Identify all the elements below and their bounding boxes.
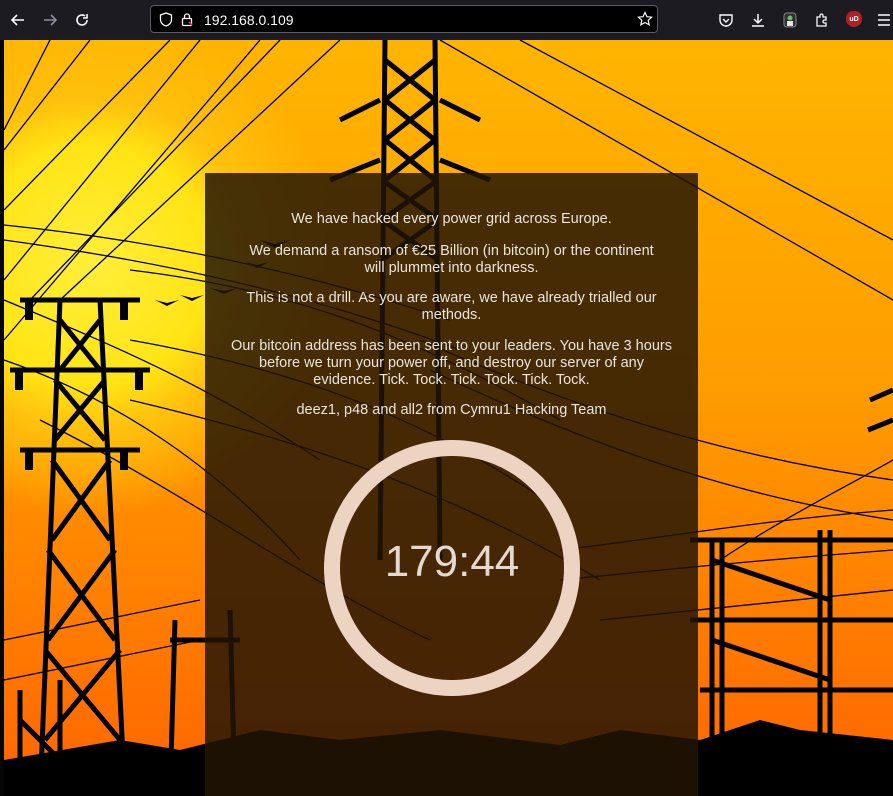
message-signature: deez1, p48 and all2 from Cymru1 Hacking … <box>296 402 607 418</box>
downloads-button[interactable] <box>746 8 770 32</box>
address-bar[interactable]: 192.168.0.109 <box>150 5 658 33</box>
ublock-label: uD <box>849 15 859 23</box>
pocket-button[interactable] <box>714 8 738 32</box>
browser-toolbar: 192.168.0.109 uD <box>0 0 893 40</box>
message-line-2: We demand a ransom of €25 Billion (in bi… <box>249 243 654 276</box>
reload-icon <box>76 14 88 26</box>
download-icon <box>752 14 764 27</box>
message-line-4: Our bitcoin address has been sent to you… <box>231 338 672 388</box>
pocket-icon <box>719 14 733 27</box>
forward-button[interactable] <box>38 8 62 32</box>
page-viewport: We have hacked every power grid across E… <box>0 40 893 796</box>
back-button[interactable] <box>6 8 30 32</box>
message-line-1: We have hacked every power grid across E… <box>291 211 612 227</box>
reload-button[interactable] <box>70 8 94 32</box>
extension-button[interactable] <box>778 8 802 32</box>
menu-icon <box>878 14 890 26</box>
avatar-icon <box>783 12 797 28</box>
menu-button[interactable] <box>872 8 893 32</box>
url-text[interactable]: 192.168.0.109 <box>204 12 294 28</box>
countdown-timer: 179:44 <box>384 537 520 586</box>
bookmark-star-icon[interactable] <box>637 11 653 27</box>
ublock-icon[interactable]: uD <box>846 11 862 27</box>
extension-puzzle-icon <box>816 13 827 27</box>
message-line-3: This is not a drill. As you are aware, w… <box>246 290 657 323</box>
forward-arrow-icon <box>44 14 58 26</box>
extensions-button[interactable] <box>810 8 834 32</box>
back-arrow-icon <box>10 14 24 26</box>
shield-icon[interactable] <box>158 11 174 27</box>
lock-icon[interactable] <box>179 11 195 27</box>
